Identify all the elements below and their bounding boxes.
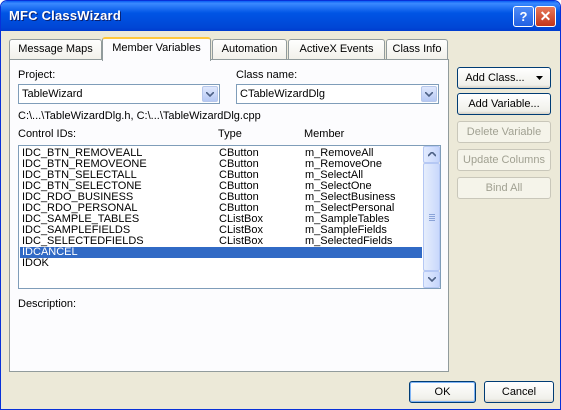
tab-member-variables[interactable]: Member Variables (102, 37, 211, 61)
chevron-down-icon[interactable] (421, 86, 437, 102)
close-button[interactable]: ✕ (535, 6, 556, 27)
ok-button[interactable]: OK (409, 381, 476, 403)
scrollbar-thumb[interactable] (423, 163, 440, 271)
project-label: Project: (18, 69, 56, 81)
classwizard-dialog: MFC ClassWizard ? ✕ Message Maps Member … (0, 0, 561, 410)
delete-variable-button[interactable]: Delete Variable (457, 121, 551, 143)
arrow-up-icon[interactable] (423, 146, 440, 163)
tab-class-info[interactable]: Class Info (386, 39, 448, 59)
class-name-combo[interactable]: CTableWizardDlg (236, 84, 439, 104)
project-value: TableWizard (22, 88, 83, 100)
update-columns-button[interactable]: Update Columns (457, 149, 551, 171)
class-name-value: CTableWizardDlg (240, 88, 325, 100)
add-class-button[interactable]: Add Class... (457, 67, 551, 89)
tab-automation[interactable]: Automation (212, 39, 287, 59)
tab-activex-events[interactable]: ActiveX Events (288, 39, 385, 59)
class-name-label: Class name: (236, 69, 298, 81)
add-variable-button[interactable]: Add Variable... (457, 93, 551, 115)
column-header-member: Member (304, 128, 345, 140)
list-row[interactable]: IDC_SELECTEDFIELDS CListBox m_SelectedFiel… (20, 236, 422, 247)
window-title: MFC ClassWizard (9, 8, 121, 23)
tab-message-maps[interactable]: Message Maps (9, 39, 102, 59)
column-header-type: Type (218, 128, 242, 140)
add-class-label: Add Class... (465, 72, 525, 84)
cancel-button[interactable]: Cancel (484, 381, 554, 403)
files-path: C:\...\TableWizardDlg.h, C:\...\TableWiz… (18, 110, 261, 122)
column-header-control-ids: Control IDs: (18, 128, 77, 140)
title-bar[interactable]: MFC ClassWizard ? ✕ (1, 1, 560, 31)
chevron-down-icon (535, 76, 543, 81)
bind-all-button[interactable]: Bind All (457, 177, 551, 199)
control-ids-listbox[interactable]: IDC_BTN_REMOVEALL CButton m_RemoveAll IDC_… (18, 145, 441, 289)
list-row[interactable]: IDOK (20, 258, 422, 269)
description-label: Description: (18, 298, 77, 310)
list-row-selected[interactable]: IDCANCEL (20, 247, 422, 258)
control-type: CListBox (219, 235, 264, 247)
arrow-down-icon[interactable] (423, 271, 440, 288)
member-variables-panel: Project: TableWizard Class name: CTableW… (9, 59, 449, 372)
help-button[interactable]: ? (513, 6, 534, 27)
chevron-down-icon[interactable] (202, 86, 218, 102)
vertical-scrollbar[interactable] (423, 146, 440, 288)
control-id: IDOK (22, 257, 49, 269)
project-combo[interactable]: TableWizard (18, 84, 220, 104)
member-name: m_SelectedFields (305, 235, 393, 247)
